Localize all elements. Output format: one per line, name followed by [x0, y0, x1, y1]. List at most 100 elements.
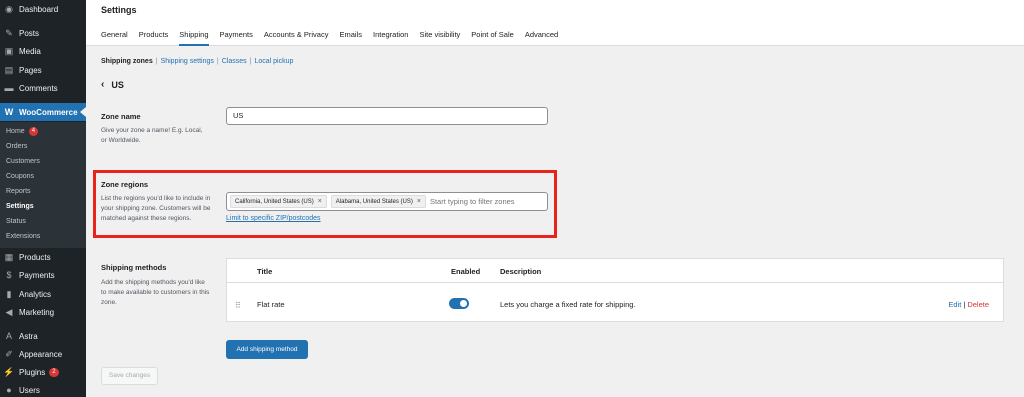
settings-header: Settings General Products Shipping Payme…: [86, 0, 1024, 46]
drag-handle-icon[interactable]: ⠿: [235, 301, 241, 310]
edit-method-link[interactable]: Edit: [948, 300, 961, 309]
tab-integration[interactable]: Integration: [373, 28, 408, 46]
dashboard-icon: ◉: [5, 3, 13, 14]
add-shipping-method-button[interactable]: Add shipping method: [226, 340, 308, 359]
appearance-icon: ✐: [5, 348, 13, 359]
tab-site-visibility[interactable]: Site visibility: [419, 28, 460, 46]
sidebar-item-label: Pages: [19, 65, 42, 75]
shipping-subnav: Shipping zones | Shipping settings | Cla…: [101, 58, 296, 65]
sidebar-item-posts[interactable]: ✎ Posts: [0, 24, 86, 42]
sidebar-item-label: Analytics: [19, 289, 52, 299]
zone-name-input[interactable]: US: [226, 107, 548, 125]
shipping-methods-description: Add the shipping methods you'd like to m…: [101, 279, 210, 306]
submenu-item-settings[interactable]: Settings: [6, 201, 34, 213]
plugins-icon: ⚡: [3, 366, 15, 377]
sidebar-item-comments[interactable]: ▬ Comments: [0, 79, 86, 97]
sidebar-item-payments[interactable]: $ Payments: [0, 266, 86, 284]
sidebar-item-label: Plugins: [19, 367, 46, 377]
sidebar-item-label: Products: [19, 252, 51, 262]
tab-accounts-privacy[interactable]: Accounts & Privacy: [264, 28, 329, 46]
save-changes-button[interactable]: Save changes: [101, 367, 158, 385]
settings-tabs: General Products Shipping Payments Accou…: [101, 28, 569, 46]
sidebar-item-users[interactable]: ● Users: [0, 381, 86, 397]
column-header-description: Description: [500, 267, 542, 276]
tab-advanced[interactable]: Advanced: [525, 28, 558, 46]
sidebar-item-label: Media: [19, 46, 41, 56]
subnav-separator: |: [216, 58, 219, 65]
subnav-separator: |: [155, 58, 158, 65]
tab-payments[interactable]: Payments: [220, 28, 253, 46]
notification-badge: 4: [28, 126, 39, 136]
subnav-separator: |: [249, 58, 252, 65]
highlight-annotation-box: [93, 170, 557, 238]
subnav-shipping-zones[interactable]: Shipping zones: [101, 58, 153, 65]
sidebar-item-label: Marketing: [19, 307, 55, 317]
zone-heading-label: US: [111, 79, 124, 90]
analytics-icon: ▮: [6, 288, 12, 299]
submenu-item-extensions[interactable]: Extensions: [6, 231, 40, 243]
sidebar-item-media[interactable]: ▣ Media: [0, 42, 86, 60]
delete-method-link[interactable]: Delete: [967, 300, 989, 309]
sidebar-item-products[interactable]: ▦ Products: [0, 248, 86, 266]
sidebar-item-label: Comments: [19, 83, 58, 93]
sidebar-item-label: Posts: [19, 28, 40, 38]
method-enabled-toggle[interactable]: [449, 298, 469, 309]
astra-icon: A: [5, 331, 12, 341]
woocommerce-submenu: Home 4 Orders Customers Coupons Reports S…: [0, 122, 86, 248]
sidebar-item-analytics[interactable]: ▮ Analytics: [0, 285, 86, 303]
sidebar-item-label: Astra: [19, 331, 38, 341]
sidebar-item-dashboard[interactable]: ◉ Dashboard: [0, 0, 86, 18]
sidebar-item-label: Users: [19, 385, 40, 395]
column-header-title: Title: [257, 267, 273, 276]
pin-icon: ✎: [5, 27, 13, 38]
sidebar-item-label: Dashboard: [19, 4, 59, 14]
subnav-shipping-settings[interactable]: Shipping settings: [161, 58, 214, 65]
shipping-methods-table: Title Enabled Description ⠿ Flat rate Le…: [226, 258, 1004, 322]
tab-products[interactable]: Products: [139, 28, 169, 46]
zone-name-label: Zone name: [101, 112, 141, 121]
sidebar-item-marketing[interactable]: ◀ Marketing: [0, 303, 86, 321]
comments-icon: ▬: [4, 83, 14, 93]
subnav-classes[interactable]: Classes: [222, 58, 247, 65]
sidebar-item-label: Payments: [19, 270, 55, 280]
submenu-item-reports[interactable]: Reports: [6, 186, 31, 198]
sidebar-item-woocommerce[interactable]: W WooCommerce: [0, 103, 86, 121]
pages-icon: ▤: [4, 64, 14, 75]
tab-emails[interactable]: Emails: [339, 28, 362, 46]
sidebar-item-appearance[interactable]: ✐ Appearance: [0, 345, 86, 363]
row-actions: Edit | Delete: [948, 300, 989, 309]
table-header-row: Title Enabled Description: [227, 259, 1003, 283]
subnav-local-pickup[interactable]: Local pickup: [254, 58, 293, 65]
page-title: Settings: [101, 5, 137, 15]
sidebar-item-plugins[interactable]: ⚡ Plugins 2: [0, 363, 86, 381]
admin-sidebar: ◉ Dashboard ✎ Posts ▣ Media ▤ Pages ▬ Co…: [0, 0, 86, 397]
row-actions-separator: |: [963, 300, 966, 309]
tab-shipping[interactable]: Shipping: [179, 28, 209, 46]
marketing-icon: ◀: [5, 306, 13, 317]
sidebar-item-pages[interactable]: ▤ Pages: [0, 61, 86, 79]
users-icon: ●: [6, 385, 12, 395]
zone-name-description: Give your zone a name! E.g. Local, or Wo…: [101, 127, 203, 144]
woo-icon: W: [4, 107, 14, 117]
shipping-methods-label: Shipping methods: [101, 263, 167, 272]
sidebar-item-astra[interactable]: A Astra: [0, 327, 86, 345]
submenu-item-orders[interactable]: Orders: [6, 141, 27, 153]
tab-point-of-sale[interactable]: Point of Sale: [471, 28, 514, 46]
method-title: Flat rate: [257, 300, 285, 309]
submenu-item-status[interactable]: Status: [6, 216, 26, 228]
submenu-label: Home: [6, 128, 25, 135]
chevron-left-icon[interactable]: ‹: [101, 79, 104, 90]
notification-badge: 2: [49, 367, 59, 377]
sidebar-item-label: WooCommerce: [19, 107, 78, 117]
column-header-enabled: Enabled: [451, 267, 481, 276]
submenu-item-customers[interactable]: Customers: [6, 156, 40, 168]
sidebar-item-label: Appearance: [19, 349, 63, 359]
submenu-item-coupons[interactable]: Coupons: [6, 171, 34, 183]
products-icon: ▦: [4, 251, 14, 262]
media-icon: ▣: [4, 45, 14, 56]
payments-icon: $: [6, 270, 12, 280]
tab-general[interactable]: General: [101, 28, 128, 46]
zone-heading: ‹ US: [101, 79, 124, 90]
method-description: Lets you charge a fixed rate for shippin…: [500, 300, 636, 309]
submenu-item-home[interactable]: Home 4: [6, 126, 39, 138]
